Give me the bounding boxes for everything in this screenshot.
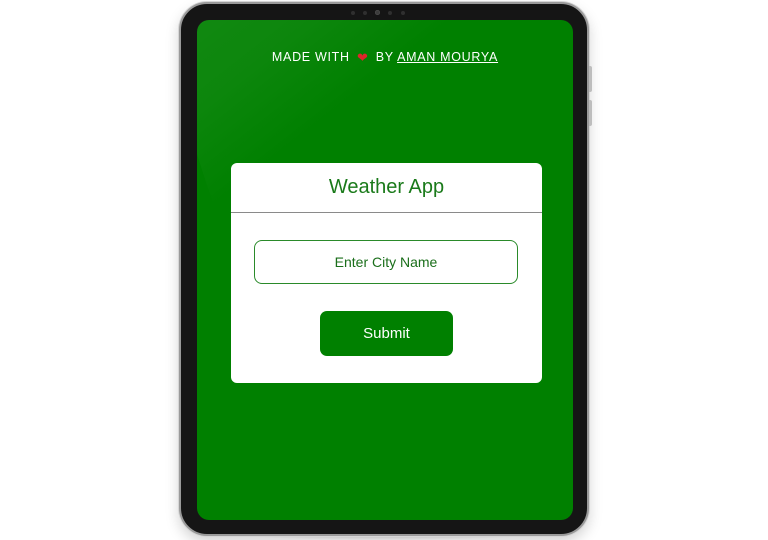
- submit-button[interactable]: Submit: [320, 311, 453, 356]
- sensor-dot: [388, 11, 392, 15]
- sensor-dot: [351, 11, 355, 15]
- weather-card: Weather App Submit: [231, 163, 542, 383]
- credit-by: BY: [375, 50, 394, 64]
- city-name-input[interactable]: [254, 240, 518, 284]
- camera-strip: [351, 9, 411, 17]
- device-side-button: [589, 66, 592, 92]
- camera-lens-icon: [375, 10, 380, 15]
- app-screen: MADE WITH ❤ BY AMAN MOURYA Weather App S…: [197, 20, 573, 520]
- heart-icon: ❤: [356, 50, 369, 65]
- credit-prefix: MADE WITH: [271, 50, 350, 64]
- sensor-dot: [363, 11, 367, 15]
- tablet-device-frame: MADE WITH ❤ BY AMAN MOURYA Weather App S…: [179, 2, 592, 536]
- page-stage: MADE WITH ❤ BY AMAN MOURYA Weather App S…: [0, 0, 768, 540]
- author-link[interactable]: AMAN MOURYA: [397, 50, 498, 64]
- credit-line: MADE WITH ❤ BY AMAN MOURYA: [197, 50, 573, 66]
- device-side-button: [589, 100, 592, 126]
- card-title: Weather App: [231, 163, 542, 213]
- sensor-dot: [401, 11, 405, 15]
